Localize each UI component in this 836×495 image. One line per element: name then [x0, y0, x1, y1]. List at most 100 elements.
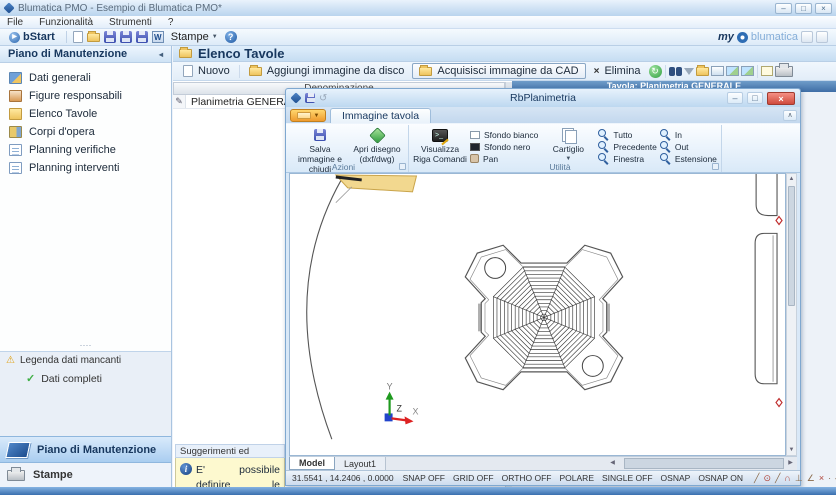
chevron-down-icon: ▼	[314, 113, 320, 119]
sfondo-nero-label: Sfondo nero	[484, 142, 530, 152]
scroll-left-icon[interactable]: ◀	[606, 457, 619, 470]
vertical-scrollbar[interactable]: ▲ ▼	[786, 173, 797, 456]
nuovo-button[interactable]: Nuovo	[177, 64, 236, 78]
cad-title-bar[interactable]: RbPlanimetria ↺ – □ ×	[286, 89, 800, 107]
app-menu-button[interactable]: ▼	[290, 109, 326, 122]
zoom-tutto-button[interactable]: Tutto	[598, 129, 656, 140]
save-as-icon[interactable]	[120, 31, 132, 43]
collapse-sidebar-icon[interactable]: ◂	[159, 50, 163, 59]
image-edit-icon[interactable]	[741, 66, 754, 76]
osnap-mode-icon[interactable]: ∩	[784, 473, 790, 484]
nav-piano-di-manutenzione[interactable]: Piano di Manutenzione	[0, 436, 171, 463]
sidebar-item-dati-generali[interactable]: Dati generali	[0, 69, 171, 87]
bstart-button[interactable]: ▶ bStart	[4, 31, 60, 43]
ribbon-collapse-icon[interactable]: ∧	[783, 110, 797, 121]
visualizza-riga-comandi-button[interactable]: >_ Visualizza Riga Comandi	[413, 126, 467, 165]
arc-wall	[307, 179, 342, 439]
zoom-in-button[interactable]: In	[660, 129, 717, 140]
zoom-out-button[interactable]: Out	[660, 141, 717, 152]
stampe-label: Stampe	[171, 31, 209, 43]
menu-help[interactable]: ?	[168, 17, 174, 28]
menu-file[interactable]: File	[7, 17, 23, 28]
toggle-polare[interactable]: POLARE	[560, 473, 595, 483]
export-folder-icon[interactable]	[696, 67, 709, 76]
acquisisci-cad-button[interactable]: Acquisisci immagine da CAD	[412, 63, 585, 79]
toggle-snap[interactable]: SNAP OFF	[403, 473, 445, 483]
undo-icon[interactable]: ↺	[319, 93, 327, 104]
maximize-button[interactable]: □	[795, 3, 812, 14]
toggle-single[interactable]: SINGLE OFF	[602, 473, 653, 483]
new-document-icon[interactable]	[73, 31, 83, 43]
cad-folder-icon	[419, 67, 432, 76]
horizontal-scrollbar[interactable]: ◀ ▶	[386, 457, 797, 470]
highlighted-region	[336, 175, 417, 203]
toggle-grid[interactable]: GRID OFF	[453, 473, 494, 483]
image-preview-icon[interactable]	[726, 66, 739, 76]
scroll-right-icon[interactable]: ▶	[784, 457, 797, 470]
sidebar-item-elenco-tavole[interactable]: Elenco Tavole	[0, 105, 171, 123]
menu-funzionalita[interactable]: Funzionalità	[39, 17, 93, 28]
scroll-up-icon[interactable]: ▲	[787, 174, 796, 184]
settings-icon[interactable]	[816, 31, 828, 43]
cartiglio-button[interactable]: Cartiglio ▼	[541, 126, 595, 163]
elimina-button[interactable]: × Elimina	[588, 64, 647, 78]
tab-layout1[interactable]: Layout1	[335, 457, 386, 470]
cad-minimize-button[interactable]: –	[727, 92, 743, 104]
sidebar-item-planning-verifiche[interactable]: Planning verifiche	[0, 141, 171, 159]
stampe-dropdown[interactable]: Stampe ▼	[168, 31, 221, 43]
sfondo-bianco-button[interactable]: Sfondo bianco	[470, 129, 538, 140]
cad-maximize-button[interactable]: □	[747, 92, 763, 104]
osnap-mode-icon[interactable]: ╱	[754, 473, 759, 484]
sidebar-splitter[interactable]: ····	[0, 341, 171, 351]
sidebar-item-label: Planning verifiche	[29, 144, 116, 156]
ucs-y-label: Y	[387, 382, 393, 392]
sidebar-item-corpi-dopera[interactable]: Corpi d'opera	[0, 123, 171, 141]
osnap-mode-icon[interactable]: ⊙	[763, 473, 771, 484]
dialog-launcher-icon[interactable]	[399, 163, 406, 170]
open-folder-icon[interactable]	[87, 33, 100, 42]
toggle-ortho[interactable]: ORTHO OFF	[502, 473, 552, 483]
zoom-precedente-button[interactable]: Precedente	[598, 141, 656, 152]
osnap-mode-icon[interactable]: ·	[828, 473, 831, 484]
sfondo-nero-button[interactable]: Sfondo nero	[470, 141, 538, 152]
osnap-mode-icon[interactable]: ×	[819, 473, 824, 484]
legend-panel: ⚠ Legenda dati mancanti ✓ Dati completi	[0, 351, 171, 436]
quick-save-icon[interactable]	[305, 93, 315, 103]
scrollbar-thumb[interactable]	[788, 186, 795, 306]
scrollbar-thumb[interactable]	[624, 458, 784, 469]
osnap-mode-icon[interactable]: ⊥	[795, 473, 803, 484]
filter-icon[interactable]	[684, 68, 694, 75]
refresh-icon[interactable]: ↻	[649, 65, 662, 78]
note-icon[interactable]	[761, 66, 773, 76]
cad-drawing-canvas[interactable]: Y Z X	[289, 173, 786, 456]
nav-stampe[interactable]: Stampe	[0, 463, 171, 487]
tab-model[interactable]: Model	[289, 457, 335, 470]
cad-close-button[interactable]: ×	[767, 92, 795, 105]
close-button[interactable]: ×	[815, 3, 832, 14]
account-icon[interactable]	[801, 31, 813, 43]
osnap-mode-icon[interactable]: ╱	[775, 473, 780, 484]
legend-item-label: Dati completi	[41, 373, 102, 385]
help-icon[interactable]: ?	[225, 31, 237, 43]
osnap-mode-icon[interactable]: ∠	[807, 473, 815, 484]
sidebar-title: Piano di Manutenzione	[8, 48, 127, 60]
search-icon[interactable]	[669, 67, 682, 76]
tab-immagine-tavola[interactable]: Immagine tavola	[330, 108, 431, 123]
elenco-tavole-icon	[9, 108, 22, 120]
print-icon[interactable]	[775, 66, 793, 77]
dialog-launcher-icon[interactable]	[712, 163, 719, 170]
toggle-osnap[interactable]: OSNAP	[661, 473, 691, 483]
word-export-icon[interactable]: W	[152, 31, 164, 43]
sidebar-item-figure-responsabili[interactable]: Figure responsabili	[0, 87, 171, 105]
aggiungi-immagine-button[interactable]: Aggiungi immagine da disco	[243, 64, 411, 78]
sidebar-item-planning-interventi[interactable]: Planning interventi	[0, 159, 171, 177]
save-icon[interactable]	[104, 31, 116, 43]
menu-strumenti[interactable]: Strumenti	[109, 17, 152, 28]
printer-icon	[7, 470, 25, 481]
image-card-icon[interactable]	[711, 66, 724, 76]
scroll-down-icon[interactable]: ▼	[787, 445, 796, 455]
save-all-icon[interactable]	[136, 31, 148, 43]
apri-disegno-button[interactable]: Apri disegno (dxf/dwg)	[350, 126, 404, 165]
toggle-osnap-on[interactable]: OSNAP ON	[698, 473, 743, 483]
minimize-button[interactable]: –	[775, 3, 792, 14]
